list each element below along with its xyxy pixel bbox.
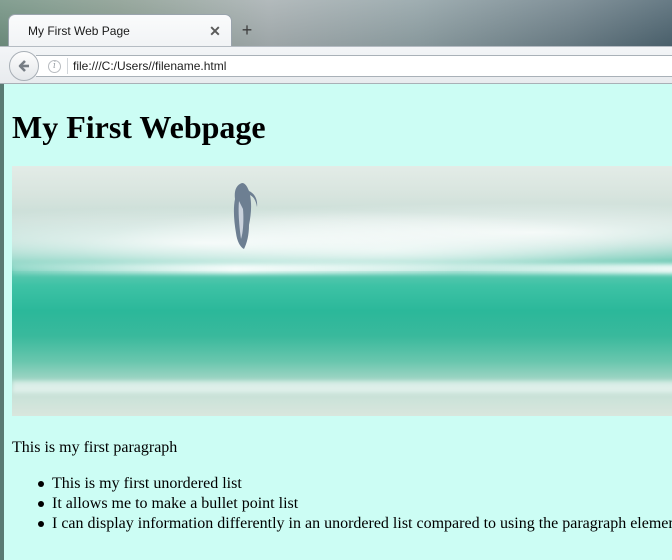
page-content: My First Webpage This is my first paragr… xyxy=(4,84,672,560)
first-paragraph: This is my first paragraph xyxy=(12,439,178,456)
navigation-toolbar: i file:///C:/Users//filename.html xyxy=(0,46,672,84)
back-button[interactable] xyxy=(9,51,39,81)
list-item: I can display information differently in… xyxy=(38,514,672,534)
unordered-list: This is my first unordered list It allow… xyxy=(38,474,672,534)
list-item: This is my first unordered list xyxy=(38,474,672,494)
browser-tab[interactable]: My First Web Page ✕ xyxy=(8,14,232,47)
wave-foam xyxy=(12,381,672,393)
hero-image xyxy=(12,166,672,416)
url-text[interactable]: file:///C:/Users//filename.html xyxy=(73,59,226,73)
tab-title: My First Web Page xyxy=(28,24,130,38)
close-icon[interactable]: ✕ xyxy=(207,23,223,39)
address-bar[interactable]: i file:///C:/Users//filename.html xyxy=(36,55,672,77)
page-heading: My First Webpage xyxy=(12,109,266,145)
url-separator xyxy=(67,58,68,74)
back-arrow-icon xyxy=(18,60,29,72)
wave-spray xyxy=(12,201,672,271)
new-tab-button[interactable]: + xyxy=(237,20,257,40)
list-item: It allows me to make a bullet point list xyxy=(38,494,672,514)
info-icon[interactable]: i xyxy=(48,59,61,73)
wave-crest xyxy=(12,264,672,274)
dolphin-figure xyxy=(233,183,258,249)
